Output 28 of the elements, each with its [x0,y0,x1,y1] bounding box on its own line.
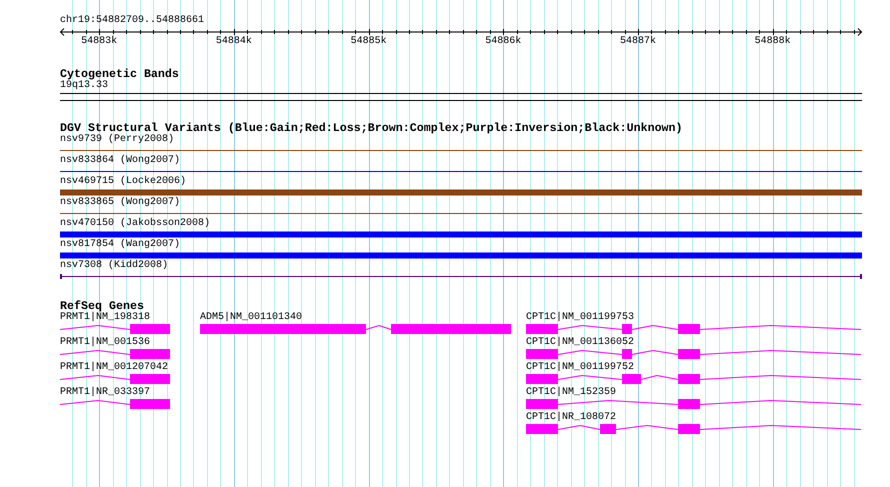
variant-label: nsv7308 (Kidd2008) [60,260,168,272]
track-title: RefSeq Genes [60,300,144,312]
gene-label: PRMT1|NR_033397 [60,387,150,399]
variant-label: nsv833864 (Wong2007) [60,155,180,167]
ruler-label: chr19:54882709..54888661 [60,15,204,27]
gene-label: CPT1C|NM_001199752 [526,362,634,374]
gene-label: PRMT1|NM_198318 [60,312,150,324]
tick-label: 54886k [485,36,522,48]
variant-label: nsv469715 (Locke2006) [60,176,186,188]
tick-label: 54885k [350,36,387,48]
tick-label: 54888k [754,36,791,48]
tick-label: 54883k [81,36,118,48]
gene-label: CPT1C|NR_108072 [526,412,616,424]
gene-label: PRMT1|NM_001536 [60,337,150,349]
variant-label: nsv9739 (Perry2008) [60,134,174,146]
variant-label: nsv833865 (Wong2007) [60,197,180,209]
variant-label: nsv817854 (Wang2007) [60,239,180,251]
tick-label: 54884k [216,36,252,48]
band-label: 19q13.33 [60,80,108,92]
variant-label: nsv470150 (Jakobsson2008) [60,218,210,230]
tick-label: 54887k [620,36,656,48]
gene-label: CPT1C|NM_152359 [526,387,616,399]
gene-label: CPT1C|NM_001136052 [526,337,634,349]
gene-label: CPT1C|NM_001199753 [526,312,634,324]
track-title: DGV Structural Variants (Blue:Gain;Red:Loss;Brown:Complex;Purple:Inversion;Black:Unknown) [60,122,683,134]
track-title: Cytogenetic Bands [60,68,179,80]
gene-label: ADM5|NM_001101340 [200,312,302,324]
gene-label: PRMT1|NM_001207042 [60,362,168,374]
